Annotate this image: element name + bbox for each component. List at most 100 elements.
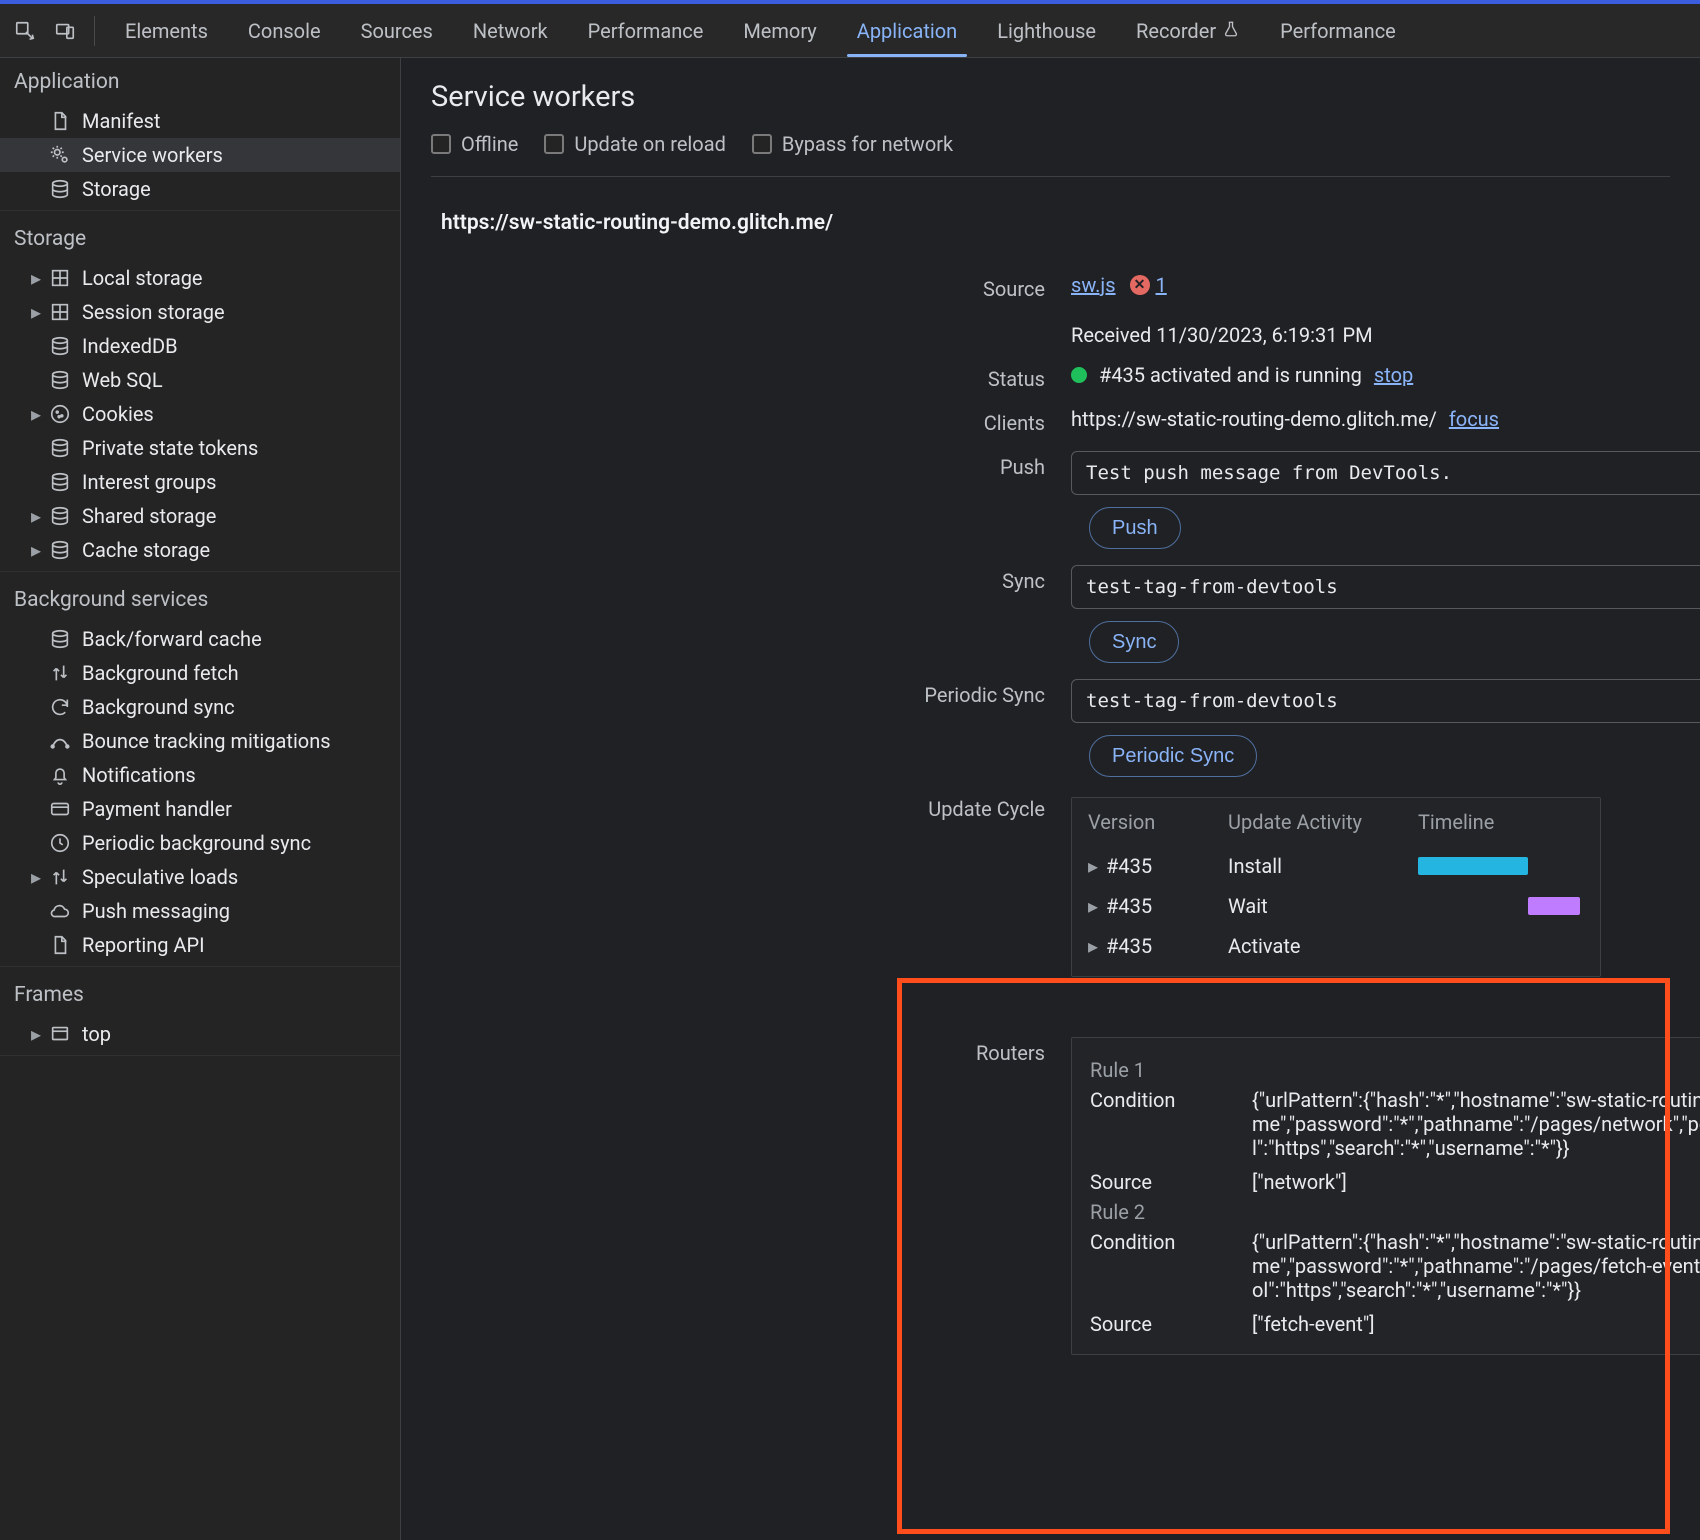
- chevron-right-icon: ▸: [1088, 934, 1098, 958]
- update-cycle-row[interactable]: ▸#435Activate: [1072, 926, 1600, 966]
- tab-console[interactable]: Console: [228, 4, 341, 57]
- tab-memory[interactable]: Memory: [723, 4, 836, 57]
- push-button[interactable]: Push: [1089, 507, 1181, 549]
- router-source-label: Source: [1090, 1170, 1230, 1194]
- sidebar-item-background-fetch[interactable]: Background fetch: [0, 656, 400, 690]
- sidebar-group-title: Storage: [0, 215, 400, 261]
- stop-link[interactable]: stop: [1374, 363, 1413, 387]
- uc-col-version: Version: [1088, 810, 1228, 834]
- sidebar-item-back-forward-cache[interactable]: Back/forward cache: [0, 622, 400, 656]
- flask-icon: [1222, 19, 1240, 43]
- devtools-tabbar: ElementsConsoleSourcesNetworkPerformance…: [0, 0, 1700, 58]
- router-condition-label: Condition: [1090, 1088, 1230, 1160]
- source-file-link[interactable]: sw.js: [1071, 273, 1116, 297]
- db-icon: [48, 334, 72, 358]
- sidebar-item-private-state-tokens[interactable]: Private state tokens: [0, 431, 400, 465]
- sidebar-item-cookies[interactable]: ▸Cookies: [0, 397, 400, 431]
- uc-version: ▸#435: [1088, 854, 1228, 878]
- offline-checkbox[interactable]: Offline: [431, 132, 518, 156]
- sidebar-item-label: Speculative loads: [82, 865, 238, 889]
- sidebar-group-title: Background services: [0, 576, 400, 622]
- tab-network[interactable]: Network: [453, 4, 568, 57]
- chevron-right-icon: ▸: [30, 266, 42, 290]
- tab-sources[interactable]: Sources: [341, 4, 453, 57]
- sidebar-item-cache-storage[interactable]: ▸Cache storage: [0, 533, 400, 567]
- bounce-icon: [48, 729, 72, 753]
- error-badge[interactable]: ✕ 1: [1130, 273, 1167, 297]
- sidebar-item-shared-storage[interactable]: ▸Shared storage: [0, 499, 400, 533]
- label-clients: Clients: [401, 407, 1071, 435]
- device-toggle-icon[interactable]: [46, 12, 84, 50]
- sidebar-item-label: Service workers: [82, 143, 223, 167]
- uc-activity: Wait: [1228, 894, 1418, 918]
- sidebar-item-background-sync[interactable]: Background sync: [0, 690, 400, 724]
- focus-link[interactable]: focus: [1449, 407, 1499, 431]
- chevron-right-icon: ▸: [1088, 854, 1098, 878]
- sidebar-item-label: IndexedDB: [82, 334, 178, 358]
- tab-elements[interactable]: Elements: [105, 4, 228, 57]
- router-condition-value: {"urlPattern":{"hash":"*","hostname":"sw…: [1252, 1230, 1700, 1302]
- status-text: #435 activated and is running: [1099, 363, 1362, 387]
- sidebar-item-periodic-background-sync[interactable]: Periodic background sync: [0, 826, 400, 860]
- clock-icon: [48, 831, 72, 855]
- timeline-bar: [1528, 897, 1580, 915]
- application-sidebar: ApplicationManifestService workersStorag…: [0, 58, 401, 1540]
- sidebar-item-payment-handler[interactable]: Payment handler: [0, 792, 400, 826]
- periodic-sync-input[interactable]: [1071, 679, 1700, 723]
- label-routers: Routers: [401, 1037, 1071, 1065]
- chevron-right-icon: ▸: [30, 1022, 42, 1046]
- router-condition-value: {"urlPattern":{"hash":"*","hostname":"sw…: [1252, 1088, 1700, 1160]
- uc-version: ▸#435: [1088, 934, 1228, 958]
- sidebar-item-label: Back/forward cache: [82, 627, 262, 651]
- tab-performance[interactable]: Performance: [1260, 4, 1416, 57]
- update-cycle-row[interactable]: ▸#435Wait: [1072, 886, 1600, 926]
- sidebar-item-web-sql[interactable]: Web SQL: [0, 363, 400, 397]
- sidebar-item-manifest[interactable]: Manifest: [0, 104, 400, 138]
- sidebar-item-session-storage[interactable]: ▸Session storage: [0, 295, 400, 329]
- sidebar-item-service-workers[interactable]: Service workers: [0, 138, 400, 172]
- sidebar-item-label: Web SQL: [82, 368, 163, 392]
- sidebar-item-bounce-tracking-mitigations[interactable]: Bounce tracking mitigations: [0, 724, 400, 758]
- sidebar-item-indexeddb[interactable]: IndexedDB: [0, 329, 400, 363]
- sidebar-item-speculative-loads[interactable]: ▸Speculative loads: [0, 860, 400, 894]
- tab-performance[interactable]: Performance: [568, 4, 724, 57]
- router-condition-label: Condition: [1090, 1230, 1230, 1302]
- tab-recorder[interactable]: Recorder: [1116, 4, 1260, 57]
- error-count[interactable]: 1: [1156, 273, 1167, 297]
- update-cycle-row[interactable]: ▸#435Install: [1072, 846, 1600, 886]
- sidebar-item-label: Push messaging: [82, 899, 230, 923]
- db-icon: [48, 177, 72, 201]
- received-time: Received 11/30/2023, 6:19:31 PM: [1071, 323, 1700, 347]
- sidebar-item-local-storage[interactable]: ▸ Local storage: [0, 261, 400, 295]
- tab-lighthouse[interactable]: Lighthouse: [977, 4, 1116, 57]
- sidebar-item-label: Local storage: [82, 266, 203, 290]
- sidebar-item-reporting-api[interactable]: Reporting API: [0, 928, 400, 962]
- router-rule-title: Rule 1: [1090, 1058, 1700, 1082]
- periodic-sync-button[interactable]: Periodic Sync: [1089, 735, 1257, 777]
- db-icon: [48, 470, 72, 494]
- updown-icon: [48, 661, 72, 685]
- sync-button[interactable]: Sync: [1089, 621, 1179, 663]
- uc-version: ▸#435: [1088, 894, 1228, 918]
- sidebar-item-interest-groups[interactable]: Interest groups: [0, 465, 400, 499]
- sync-input[interactable]: [1071, 565, 1700, 609]
- file-icon: [48, 109, 72, 133]
- sidebar-item-storage[interactable]: Storage: [0, 172, 400, 206]
- bell-icon: [48, 763, 72, 787]
- sidebar-item-push-messaging[interactable]: Push messaging: [0, 894, 400, 928]
- inspect-icon[interactable]: [6, 12, 44, 50]
- push-input[interactable]: [1071, 451, 1700, 495]
- update-cycle-table: Version Update Activity Timeline ▸#435In…: [1071, 797, 1601, 977]
- separator: [94, 16, 95, 46]
- sidebar-item-notifications[interactable]: Notifications: [0, 758, 400, 792]
- sidebar-item-label: Reporting API: [82, 933, 205, 957]
- uc-activity: Activate: [1228, 934, 1418, 958]
- sidebar-item-label: Background fetch: [82, 661, 239, 685]
- sidebar-item-top[interactable]: ▸top: [0, 1017, 400, 1051]
- sidebar-item-label: Periodic background sync: [82, 831, 311, 855]
- chevron-right-icon: ▸: [30, 300, 42, 324]
- bypass-network-checkbox[interactable]: Bypass for network: [752, 132, 953, 156]
- tab-application[interactable]: Application: [837, 4, 977, 57]
- card-icon: [48, 797, 72, 821]
- update-on-reload-checkbox[interactable]: Update on reload: [544, 132, 726, 156]
